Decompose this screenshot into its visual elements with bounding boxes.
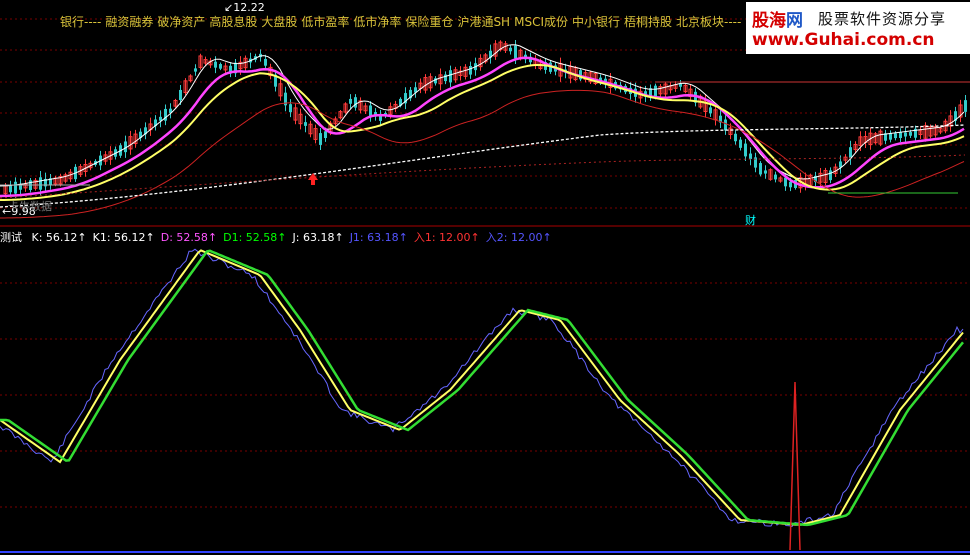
stock-tags: 银行---- 融资融券 破净资产 高股息股 大盘股 低市盈率 低市净率 保险重仓 沪港通SH MS… xyxy=(60,13,745,30)
stock-tag[interactable]: 银行---- xyxy=(60,15,101,29)
watermark-brand-red: 股海 xyxy=(752,11,786,31)
stock-tag[interactable]: 保险重仓 xyxy=(405,15,453,29)
data-overlay-text: 卡牛数据 xyxy=(8,200,52,213)
stock-tag[interactable]: 沪港通SH xyxy=(457,15,510,29)
stock-tag[interactable]: 梧桐持股 xyxy=(624,15,672,29)
watermark-brand-blue: 网 xyxy=(786,11,803,31)
candle-body xyxy=(909,132,912,136)
chart-canvas xyxy=(0,18,970,553)
stock-tag[interactable]: 中小银行 xyxy=(572,15,620,29)
watermark-url: www.Guhai.com.cn xyxy=(752,30,935,50)
stock-tag[interactable]: 融资融券 xyxy=(105,15,153,29)
stock-tag[interactable]: 破净资产 xyxy=(157,15,205,29)
watermark-brand: 股海网 xyxy=(752,6,803,31)
watermark-logo: 股海网 股票软件资源分享 www.Guhai.com.cn xyxy=(746,2,970,54)
indicator-values-bar: 测试 K: 56.12↑ K1: 56.12↑ D: 52.58↑ D1: 52.58… xyxy=(0,229,558,245)
candle-body xyxy=(449,70,452,83)
stock-tag[interactable]: 北京板块---- xyxy=(676,15,741,29)
candle-body xyxy=(654,85,657,98)
candle-body xyxy=(179,89,182,101)
stock-tag[interactable]: 大盘股 xyxy=(261,15,297,29)
candle-body xyxy=(264,58,267,66)
candle-body xyxy=(734,133,737,142)
candle-body xyxy=(774,174,777,180)
candle-body xyxy=(304,122,307,126)
stock-tag[interactable]: MSCI成份 xyxy=(514,15,568,29)
candle-body xyxy=(219,64,222,69)
candle-body xyxy=(764,170,767,174)
candle-body xyxy=(759,163,762,175)
stock-tag[interactable]: 低市净率 xyxy=(353,15,401,29)
candle-body xyxy=(194,68,197,72)
indicator-value: K1: 56.12↑ xyxy=(92,231,155,244)
candle-body xyxy=(789,181,792,188)
candle-body xyxy=(899,132,902,139)
candle-body xyxy=(349,98,352,104)
candle-body xyxy=(354,97,357,108)
indicator-value: J: 63.18↑ xyxy=(292,231,344,244)
watermark-subtitle: 股票软件资源分享 xyxy=(818,10,947,28)
candle-body xyxy=(214,61,217,68)
indicator-value: 入1: 12.00↑ xyxy=(413,231,480,244)
indicator-value: 入2: 12.00↑ xyxy=(485,231,552,244)
candle-body xyxy=(784,177,787,187)
candle-body xyxy=(709,107,712,114)
candle-body xyxy=(749,153,752,159)
candle-body xyxy=(894,133,897,139)
candle-body xyxy=(514,45,517,59)
candle-body xyxy=(904,132,907,137)
candle-body xyxy=(14,181,17,194)
candle-body xyxy=(744,143,747,157)
candle-body xyxy=(964,100,967,112)
ma-long-line xyxy=(0,89,965,219)
indicator-value: D: 52.58↑ xyxy=(160,231,218,244)
j-line xyxy=(0,249,964,527)
candle-body xyxy=(679,83,682,87)
high-price-value: 12.22 xyxy=(233,1,265,14)
indicator-value: J1: 63.18↑ xyxy=(349,231,408,244)
candle-body xyxy=(724,119,727,131)
candle-body xyxy=(324,131,327,139)
indicator-value: D1: 52.58↑ xyxy=(223,231,287,244)
candle-body xyxy=(319,133,322,145)
candle-body xyxy=(739,139,742,148)
indicator-name: 测试 xyxy=(0,231,22,244)
stock-tag[interactable]: 高股息股 xyxy=(209,15,257,29)
finance-marker[interactable]: 财 xyxy=(745,212,756,228)
indicator-value: K: 56.12↑ xyxy=(31,231,87,244)
candle-body xyxy=(509,47,512,52)
candle-body xyxy=(469,66,472,75)
candle-body xyxy=(829,170,832,181)
k-line xyxy=(0,248,964,528)
chart-window: { "tags": ["银行----", "融资融券", "破净资产", "高股… xyxy=(0,0,970,555)
high-price-label: ↙12.22 xyxy=(224,1,265,14)
candle-body xyxy=(289,104,292,113)
ma-year-line xyxy=(0,124,966,208)
candle-body xyxy=(39,177,42,190)
d-line xyxy=(0,249,964,526)
stock-tag[interactable]: 低市盈率 xyxy=(301,15,349,29)
